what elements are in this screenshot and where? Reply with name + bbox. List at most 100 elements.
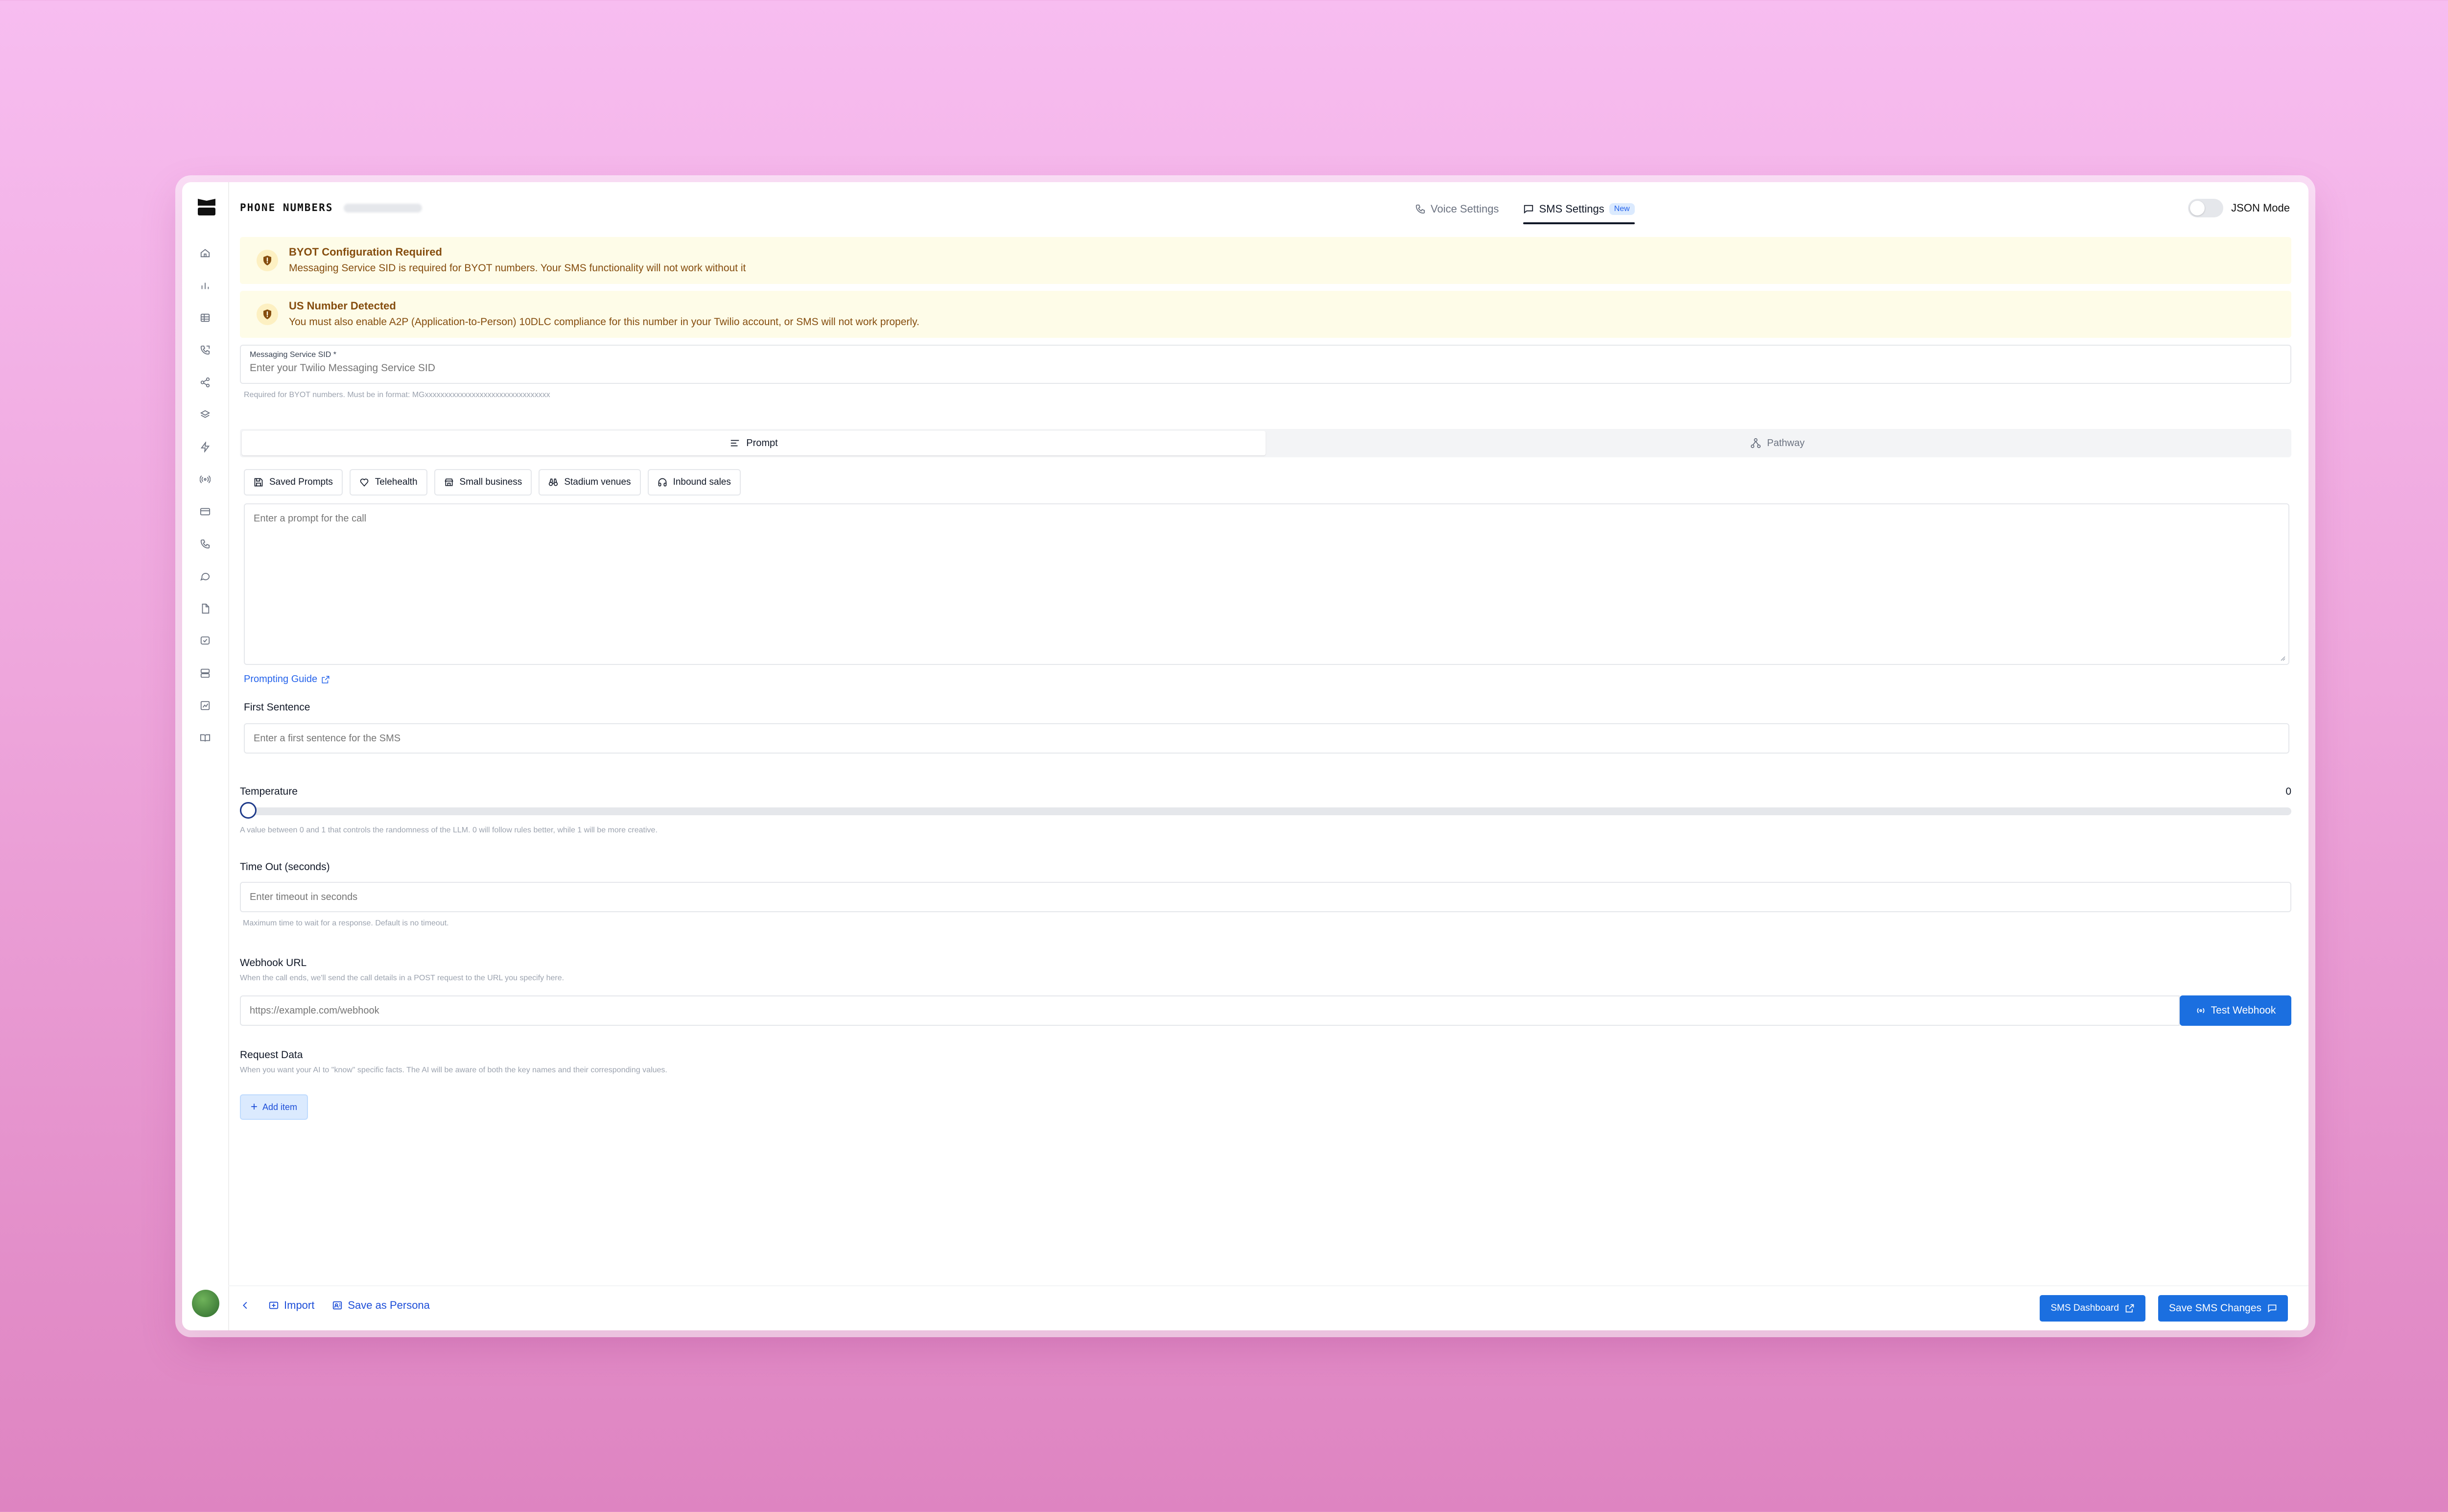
phone-icon (1415, 204, 1425, 214)
phone-forward-icon[interactable] (182, 528, 228, 560)
chevron-left-icon (243, 1301, 247, 1309)
first-sentence-label: First Sentence (244, 702, 310, 713)
file-icon[interactable] (182, 592, 228, 625)
temperature-section: Temperature 0 A value between 0 and 1 th… (240, 786, 2291, 835)
chip-label: Stadium venues (564, 477, 631, 487)
button-label: Save as Persona (348, 1299, 430, 1311)
telehealth-template-button[interactable]: Telehealth (349, 469, 427, 496)
webhook-label: Webhook URL (240, 957, 307, 969)
app-window: PHONE NUMBERS Voice Settings SMS Setting… (182, 182, 2308, 1330)
temperature-value: 0 (2285, 786, 2291, 797)
json-mode-control: JSON Mode (2188, 199, 2290, 217)
test-webhook-button[interactable]: Test Webhook (2180, 995, 2291, 1026)
headphones-icon (658, 478, 666, 487)
save-sms-changes-button[interactable]: Save SMS Changes (2158, 1295, 2288, 1322)
saved-prompts-button[interactable]: Saved Prompts (244, 469, 343, 496)
first-sentence-input[interactable] (244, 723, 2289, 754)
button-label: Test Webhook (2211, 1005, 2276, 1016)
tab-sms-settings[interactable]: SMS Settings New (1523, 199, 1635, 224)
external-link-icon (2125, 1304, 2134, 1313)
temperature-slider[interactable] (240, 802, 2291, 819)
request-data-section: Request Data When you want your AI to "k… (240, 1049, 2291, 1120)
layers-icon[interactable] (182, 399, 228, 431)
save-as-persona-button[interactable]: Save as Persona (332, 1299, 430, 1312)
inbound-sales-template-button[interactable]: Inbound sales (647, 469, 741, 496)
shield-alert-icon (257, 304, 278, 325)
page-title: PHONE NUMBERS (240, 202, 333, 213)
zap-icon[interactable] (182, 431, 228, 463)
tab-label: SMS Settings (1539, 203, 1604, 215)
button-label: Add item (262, 1102, 298, 1112)
phone-call-icon[interactable] (182, 334, 228, 366)
temperature-slider-thumb[interactable] (240, 802, 257, 819)
workflow-icon (1751, 438, 1761, 449)
messaging-sid-field: Messaging Service SID * (240, 345, 2291, 384)
chat-check-icon[interactable] (182, 625, 228, 657)
request-data-helper: When you want your AI to "know" specific… (240, 1066, 667, 1074)
store-icon (444, 478, 453, 486)
align-left-icon (731, 440, 739, 447)
credit-card-icon[interactable] (182, 496, 228, 528)
first-sentence-section: First Sentence (244, 702, 2289, 754)
button-label: SMS Dashboard (2050, 1303, 2119, 1313)
book-icon[interactable] (182, 722, 228, 754)
home-icon[interactable] (182, 237, 228, 269)
stadium-venues-template-button[interactable]: Stadium venues (539, 469, 641, 496)
timeout-label: Time Out (seconds) (240, 861, 330, 873)
graph-icon[interactable] (182, 689, 228, 722)
add-item-button[interactable]: + Add item (240, 1094, 308, 1120)
prompting-guide-link[interactable]: Prompting Guide (244, 674, 2290, 685)
timeout-input[interactable] (240, 882, 2291, 912)
share-icon[interactable] (182, 366, 228, 399)
small-business-template-button[interactable]: Small business (434, 469, 532, 496)
byot-alert: BYOT Configuration Required Messaging Se… (240, 237, 2291, 284)
chip-label: Saved Prompts (269, 477, 333, 487)
footer-actions-left: Import Save as Persona (240, 1299, 430, 1312)
alert-title: BYOT Configuration Required (289, 246, 442, 258)
guide-label: Prompting Guide (244, 674, 318, 685)
tab-label: Pathway (1767, 437, 1805, 449)
collapse-button[interactable] (240, 1300, 251, 1311)
json-mode-toggle[interactable] (2188, 199, 2224, 217)
tab-prompt[interactable]: Prompt (242, 431, 1266, 455)
temperature-label: Temperature (240, 786, 298, 797)
radio-icon[interactable] (182, 463, 228, 496)
user-card-icon (333, 1301, 342, 1310)
server-icon[interactable] (182, 657, 228, 689)
sms-dashboard-button[interactable]: SMS Dashboard (2040, 1295, 2145, 1322)
messaging-sid-helper: Required for BYOT numbers. Must be in fo… (244, 391, 550, 399)
message-circle-icon[interactable] (182, 560, 228, 592)
message-square-icon (1524, 205, 1533, 214)
prompt-textarea[interactable] (245, 504, 2288, 664)
timeout-helper: Maximum time to wait for a response. Def… (243, 919, 449, 927)
radio-icon (2197, 1008, 2205, 1014)
import-button[interactable]: Import (268, 1299, 314, 1312)
timeout-section: Time Out (seconds) Maximum time to wait … (240, 861, 2291, 928)
footer-actions-right: SMS Dashboard Save SMS Changes (2040, 1295, 2288, 1322)
temperature-helper: A value between 0 and 1 that controls th… (240, 826, 658, 834)
settings-tabs: Voice Settings SMS Settings New (1415, 199, 1635, 224)
alert-title: US Number Detected (289, 300, 396, 312)
bar-chart-icon[interactable] (182, 269, 228, 302)
chip-label: Small business (459, 477, 522, 487)
tab-voice-settings[interactable]: Voice Settings (1415, 199, 1499, 219)
messaging-sid-input[interactable] (250, 362, 2282, 374)
phone-number-redacted (344, 204, 422, 213)
prompt-templates: Saved Prompts Telehealth Small business … (240, 469, 2290, 496)
shield-alert-icon (257, 250, 278, 271)
tab-pathway[interactable]: Pathway (1266, 431, 2289, 455)
button-label: Import (284, 1299, 315, 1311)
app-logo-icon[interactable] (197, 197, 216, 217)
sidebar-nav (182, 237, 228, 754)
webhook-url-input[interactable] (240, 995, 2180, 1026)
message-square-icon (2268, 1304, 2277, 1313)
resize-grip-icon[interactable] (2280, 655, 2285, 661)
us-number-alert: US Number Detected You must also enable … (240, 291, 2291, 338)
plus-icon: + (251, 1100, 258, 1113)
table-icon[interactable] (182, 302, 228, 334)
new-badge: New (1609, 203, 1635, 215)
tab-label: Prompt (746, 437, 778, 449)
json-mode-label: JSON Mode (2231, 202, 2290, 214)
messaging-sid-label: Messaging Service SID * (250, 351, 336, 359)
avatar[interactable] (192, 1290, 219, 1317)
